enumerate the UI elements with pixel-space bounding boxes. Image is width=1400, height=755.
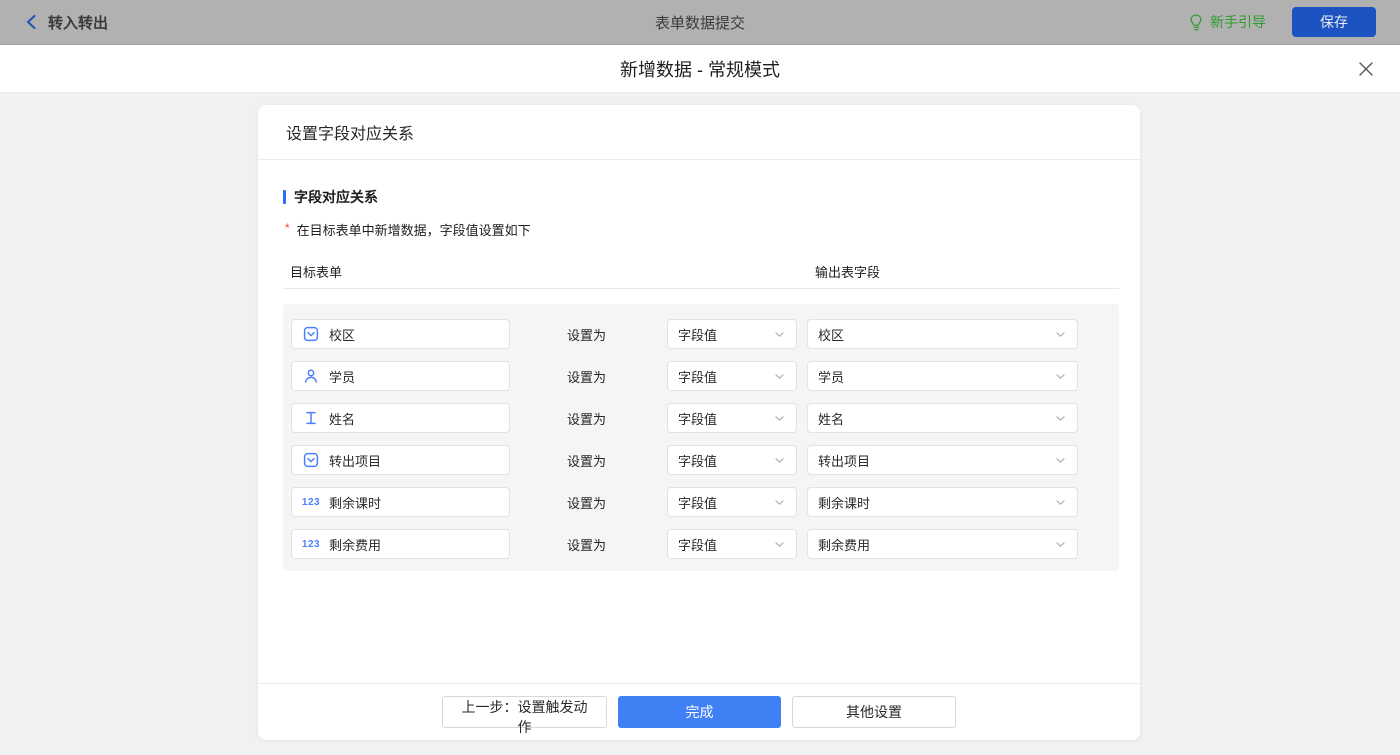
dialog-title: 新增数据 - 常规模式 <box>620 56 780 82</box>
other-settings-button[interactable]: 其他设置 <box>792 696 956 728</box>
back-label[interactable]: 转入转出 <box>48 12 108 33</box>
output-field-select[interactable]: 剩余费用 <box>807 529 1078 559</box>
section-title: 字段对应关系 <box>294 187 378 207</box>
field-mapping-panel: 校区 设置为 字段值 校区 学员 设置为 字段值 学员 姓名 <box>283 304 1119 571</box>
target-field-input[interactable]: 转出项目 <box>291 445 510 475</box>
set-as-label: 设置为 <box>567 367 607 386</box>
chevron-down-icon <box>773 496 786 509</box>
chevron-down-icon <box>1054 454 1067 467</box>
field-mapping-row: 转出项目 设置为 字段值 转出项目 <box>291 445 1119 475</box>
output-field-select[interactable]: 校区 <box>807 319 1078 349</box>
finish-button[interactable]: 完成 <box>618 696 781 728</box>
screen: 转入转出 表单数据提交 新手引导 保存 新增数据 - 常规模式 设置字段对应关系… <box>0 0 1400 755</box>
output-field-select[interactable]: 转出项目 <box>807 445 1078 475</box>
field-mapping-row: 姓名 设置为 字段值 姓名 <box>291 403 1119 433</box>
chevron-down-icon <box>773 370 786 383</box>
output-field-select[interactable]: 学员 <box>807 361 1078 391</box>
set-as-label: 设置为 <box>567 535 607 554</box>
chevron-down-icon <box>773 538 786 551</box>
operator-select[interactable]: 字段值 <box>667 487 797 517</box>
set-as-label: 设置为 <box>567 493 607 512</box>
output-field-select[interactable]: 剩余课时 <box>807 487 1078 517</box>
select-field-icon <box>302 326 320 342</box>
topbar: 转入转出 表单数据提交 新手引导 保存 <box>0 0 1400 45</box>
select-field-icon <box>302 452 320 468</box>
chevron-down-icon <box>1054 496 1067 509</box>
number-field-icon: 123 <box>302 539 320 550</box>
required-marker: * <box>285 220 290 237</box>
chevron-down-icon <box>773 328 786 341</box>
column-header-target-form: 目标表单 <box>290 262 342 281</box>
chevron-down-icon <box>1054 538 1067 551</box>
section-description-text: 在目标表单中新增数据，字段值设置如下 <box>297 220 531 239</box>
chevron-down-icon <box>1054 328 1067 341</box>
back-nav[interactable]: 转入转出 <box>24 12 108 33</box>
target-field-input[interactable]: 姓名 <box>291 403 510 433</box>
topbar-actions: 新手引导 保存 <box>1189 7 1376 37</box>
set-as-label: 设置为 <box>567 451 607 470</box>
operator-select[interactable]: 字段值 <box>667 319 797 349</box>
operator-select[interactable]: 字段值 <box>667 361 797 391</box>
field-mapping-card: 设置字段对应关系 字段对应关系 * 在目标表单中新增数据，字段值设置如下 目标表… <box>258 105 1140 740</box>
field-mapping-row: 校区 设置为 字段值 校区 <box>291 319 1119 349</box>
text-field-icon <box>302 410 320 426</box>
chevron-down-icon <box>1054 412 1067 425</box>
target-field-input[interactable]: 123 剩余费用 <box>291 529 510 559</box>
set-as-label: 设置为 <box>567 325 607 344</box>
field-mapping-row: 123 剩余课时 设置为 字段值 剩余课时 <box>291 487 1119 517</box>
target-field-input[interactable]: 学员 <box>291 361 510 391</box>
set-as-label: 设置为 <box>567 409 607 428</box>
beginner-guide-label: 新手引导 <box>1210 12 1266 32</box>
dialog-header: 新增数据 - 常规模式 <box>0 45 1400 93</box>
target-field-input[interactable]: 123 剩余课时 <box>291 487 510 517</box>
close-icon[interactable] <box>1358 61 1374 77</box>
card-body: 字段对应关系 * 在目标表单中新增数据，字段值设置如下 目标表单 输出表字段 校… <box>258 187 1140 571</box>
user-field-icon <box>302 368 320 384</box>
target-field-input[interactable]: 校区 <box>291 319 510 349</box>
section-description: * 在目标表单中新增数据，字段值设置如下 <box>283 220 1119 239</box>
chevron-down-icon <box>773 412 786 425</box>
section-accent-bar <box>283 190 286 204</box>
output-field-select[interactable]: 姓名 <box>807 403 1078 433</box>
prev-step-button[interactable]: 上一步：设置触发动作 <box>442 696 607 728</box>
field-mapping-row: 学员 设置为 字段值 学员 <box>291 361 1119 391</box>
back-chevron-icon[interactable] <box>24 14 38 30</box>
chevron-down-icon <box>773 454 786 467</box>
operator-select[interactable]: 字段值 <box>667 403 797 433</box>
number-field-icon: 123 <box>302 497 320 508</box>
card-footer: 上一步：设置触发动作 完成 其他设置 <box>258 683 1140 740</box>
lightbulb-icon <box>1189 14 1204 31</box>
section-title-row: 字段对应关系 <box>283 187 1119 207</box>
card-header-title: 设置字段对应关系 <box>258 105 1140 160</box>
save-button[interactable]: 保存 <box>1292 7 1376 37</box>
column-header-output-fields: 输出表字段 <box>815 262 880 281</box>
chevron-down-icon <box>1054 370 1067 383</box>
operator-select[interactable]: 字段值 <box>667 445 797 475</box>
field-mapping-row: 123 剩余费用 设置为 字段值 剩余费用 <box>291 529 1119 559</box>
column-headers: 目标表单 输出表字段 <box>283 258 1119 289</box>
beginner-guide-link[interactable]: 新手引导 <box>1189 12 1266 32</box>
operator-select[interactable]: 字段值 <box>667 529 797 559</box>
